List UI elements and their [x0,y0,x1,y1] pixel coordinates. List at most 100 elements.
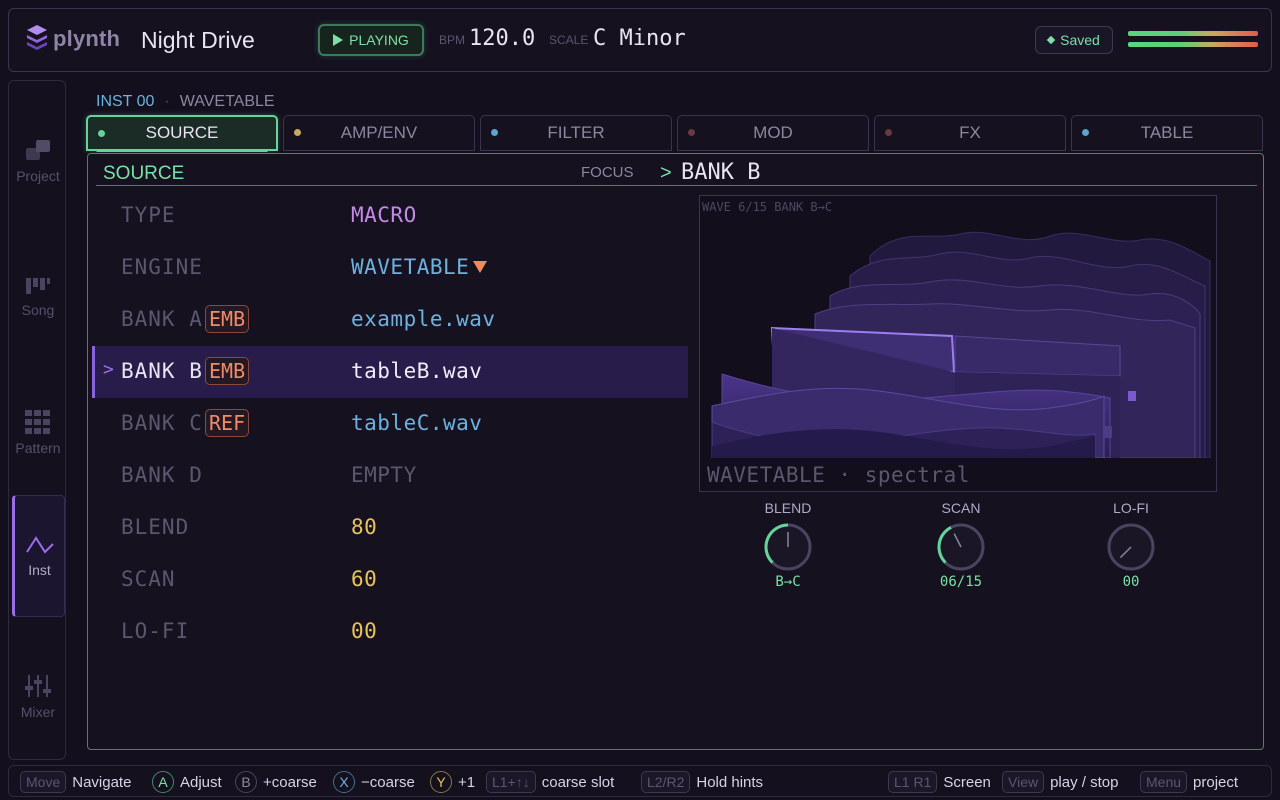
tab-status-dot [98,130,105,137]
sidebar-item-project[interactable]: Project [9,101,67,221]
param-row-bank-b[interactable]: > BANK B EMB tableB.wav [92,346,688,398]
hint-coarse-slot: L1+↑↓ coarse slot [486,771,614,793]
inst-wave-icon [25,536,54,554]
param-label: BANK A [121,307,203,331]
knob-value: B→C [775,574,801,590]
sidebar-item-label: Inst [28,562,51,578]
key-l1-updown: L1+↑↓ [486,771,536,793]
param-row-bank-c[interactable]: BANK C REF tableC.wav [92,398,688,450]
tab-amp-env[interactable]: AMP/ENV [283,115,475,151]
tab-label: MOD [753,123,793,142]
hint-text: +coarse [263,773,317,791]
tab-label: FILTER [547,123,605,142]
key-x-button: X [333,771,355,793]
wavetable-3d-render [700,196,1216,491]
hint-hold-hints: L2/R2 Hold hints [641,771,763,793]
output-meter-right [1128,42,1258,47]
bpm-label: BPM [439,33,466,47]
hint-text: coarse slot [541,773,615,791]
param-value: 60 [351,567,378,591]
sidebar-item-song[interactable]: Song [9,237,67,357]
tab-fx[interactable]: FX [874,115,1066,151]
source-panel: SOURCE FOCUS > BANK B TYPE MACRO ENGINE … [87,153,1264,750]
param-row-lofi[interactable]: LO-FI 00 [92,606,688,658]
sidebar-item-mixer[interactable]: Mixer [9,637,67,757]
tab-label: FX [959,123,981,142]
hint-play-stop: View play / stop [1002,771,1118,793]
top-bar: plynth Night Drive PLAYING BPM 120.0 SCA… [8,8,1272,72]
key-menu: Menu [1140,771,1188,793]
scan-knob[interactable]: SCAN 06/15 [906,500,1016,594]
project-icon [26,140,50,160]
transport-label: PLAYING [349,32,409,48]
hint-screen: L1 R1 Screen [888,771,991,793]
sidebar-item-inst[interactable]: Inst [12,495,65,617]
project-name[interactable]: Night Drive [141,27,255,54]
key-view: View [1002,771,1045,793]
tab-source[interactable]: SOURCE [86,115,278,152]
tab-filter[interactable]: FILTER [480,115,672,151]
wave-position-readout: WAVE 6/15 BANK B→C [702,200,833,214]
sidebar-item-label: Song [21,302,55,318]
sidebar-item-pattern[interactable]: Pattern [9,373,67,493]
blend-knob-dial [764,523,812,571]
tab-status-dot [294,129,301,136]
instrument-tabs: SOURCE AMP/ENV FILTER MOD FX TABLE [86,115,1264,152]
knob-value: 00 [1122,574,1140,590]
param-label: LO-FI [121,619,190,643]
bank-tag-badge: EMB [205,357,250,385]
param-value: WAVETABLE [351,255,470,279]
control-hints-bar: Move Navigate A Adjust B +coarse X −coar… [8,765,1272,797]
pattern-icon [25,410,50,434]
hint-text: −coarse [361,773,415,791]
bpm-value[interactable]: 120.0 [469,26,535,51]
hint-plus-one: Y +1 [430,771,475,793]
tab-label: AMP/ENV [340,123,418,142]
scale-value[interactable]: C Minor [593,26,686,51]
param-label: BANK D [121,463,203,487]
plynth-logo [27,25,47,50]
hint-text: play / stop [1050,773,1119,791]
scale-label: SCALE [549,33,589,47]
tab-mod[interactable]: MOD [677,115,869,151]
breadcrumb-instrument[interactable]: INST 00 [96,93,154,111]
param-label: BANK C [121,411,203,435]
panel-title: SOURCE [103,163,185,184]
param-value-wrap[interactable]: WAVETABLE [351,255,488,279]
param-row-blend[interactable]: BLEND 80 [92,502,688,554]
transport-play-button[interactable]: PLAYING [318,24,424,56]
hint-project: Menu project [1140,771,1238,793]
param-label: BLEND [121,515,190,539]
param-label: ENGINE [121,255,203,279]
song-icon [26,278,50,294]
hint-minus-coarse: X −coarse [333,771,415,793]
param-label: BANK B [121,359,203,383]
row-cursor: > [103,359,114,380]
lofi-knob-dial [1107,523,1155,571]
tab-status-dot [688,129,695,136]
saved-diamond-icon [1046,35,1056,45]
key-b-button: B [235,771,257,793]
param-value: example.wav [351,307,496,331]
param-row-engine[interactable]: ENGINE WAVETABLE [92,242,688,294]
param-value: 80 [351,515,378,539]
param-row-scan[interactable]: SCAN 60 [92,554,688,606]
viz-mode-label: WAVETABLE · spectral [707,463,970,487]
lofi-knob[interactable]: LO-FI 00 [1076,500,1186,594]
param-row-type[interactable]: TYPE MACRO [92,190,688,242]
param-value: tableC.wav [351,411,483,435]
hint-text: +1 [458,773,476,791]
hint-text: Hold hints [696,773,764,791]
knob-label: SCAN [941,500,981,516]
tab-table[interactable]: TABLE [1071,115,1263,151]
blend-knob[interactable]: BLEND B→C [733,500,843,594]
output-meter-left [1128,31,1258,36]
param-value: 00 [351,619,378,643]
dropdown-triangle-icon [473,261,488,273]
hint-text: Adjust [180,773,222,791]
param-row-bank-a[interactable]: BANK A EMB example.wav [92,294,688,346]
param-row-bank-d[interactable]: BANK D EMPTY [92,450,688,502]
hint-plus-coarse: B +coarse [235,771,317,793]
play-icon [333,34,344,46]
hint-adjust: A Adjust [152,771,222,793]
